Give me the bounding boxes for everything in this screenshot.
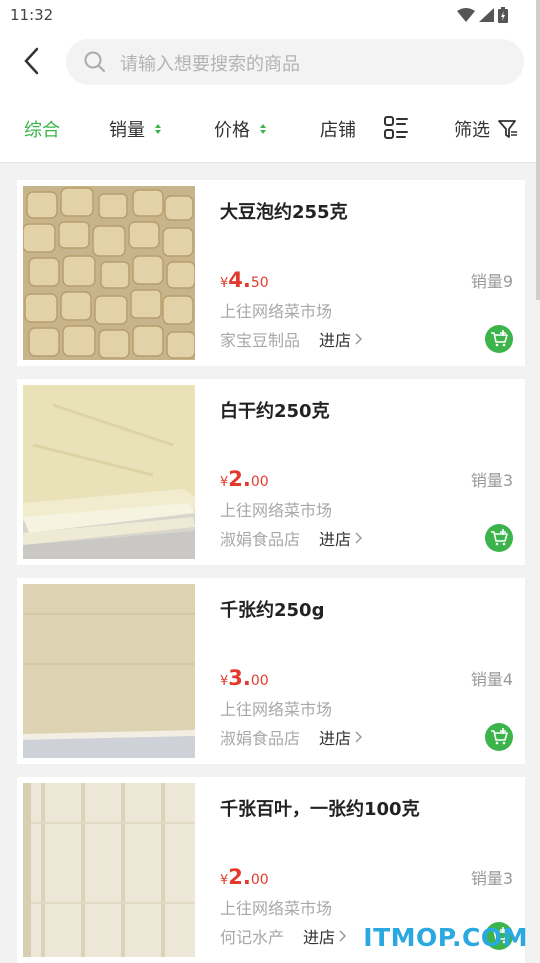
tab-label: 综合	[24, 120, 60, 141]
chevron-left-icon	[24, 47, 39, 75]
price-decimal: 00	[250, 872, 269, 888]
enter-shop-label: 进店	[319, 530, 352, 549]
product-image[interactable]	[23, 385, 195, 559]
shop-name: 何记水产	[220, 928, 285, 947]
wifi-icon	[457, 8, 475, 22]
market-name: 上往网络菜市场	[220, 899, 333, 918]
product-name: 千张约250g	[220, 600, 325, 621]
market-name: 上往网络菜市场	[220, 302, 333, 321]
shop-name: 家宝豆制品	[220, 331, 301, 350]
product-price: ¥3.00	[220, 666, 269, 690]
chevron-right-icon	[355, 333, 363, 345]
sort-icon	[155, 124, 161, 134]
layout-toggle-button[interactable]	[383, 115, 409, 141]
sales-count: 销量3	[470, 471, 513, 490]
tab-sales[interactable]: 销量	[109, 116, 163, 142]
product-card[interactable]: 大豆泡约255克 ¥4.50 销量9 上往网络菜市场 家宝豆制品 进店	[17, 180, 525, 366]
price-integer: 3.	[228, 666, 251, 690]
market-name: 上往网络菜市场	[220, 501, 333, 520]
battery-icon	[498, 7, 508, 23]
add-to-cart-button[interactable]	[485, 723, 513, 751]
fried-tofu-puffs-image	[23, 186, 195, 360]
sales-count: 销量9	[470, 272, 513, 291]
product-price: ¥2.00	[220, 865, 269, 889]
product-price: ¥2.00	[220, 467, 269, 491]
price-integer: 2.	[228, 467, 251, 491]
status-time: 11:32	[10, 6, 54, 24]
product-card[interactable]: 千张约250g ¥3.00 销量4 上往网络菜市场 淑娟食品店 进店	[17, 578, 525, 764]
cart-plus-icon	[491, 529, 508, 546]
filter-button[interactable]: 筛选	[454, 116, 518, 142]
scrollbar[interactable]	[536, 0, 540, 300]
enter-shop-link[interactable]: 进店	[319, 725, 363, 749]
tofu-skin-sheets-image	[23, 584, 195, 758]
product-image[interactable]	[23, 186, 195, 360]
product-image[interactable]	[23, 783, 195, 957]
signal-icon	[479, 8, 494, 22]
list-layout-icon	[384, 116, 408, 139]
tab-label: 销量	[109, 120, 145, 141]
search-placeholder: 请输入想要搜索的商品	[120, 54, 300, 75]
product-name: 千张百叶，一张约100克	[220, 799, 420, 820]
sales-count: 销量4	[470, 670, 513, 689]
enter-shop-label: 进店	[319, 331, 352, 350]
tab-store[interactable]: 店铺	[320, 116, 356, 142]
price-decimal: 00	[250, 474, 269, 490]
tab-label: 价格	[214, 120, 250, 141]
price-integer: 4.	[228, 268, 251, 292]
cart-plus-icon	[491, 728, 508, 745]
product-image[interactable]	[23, 584, 195, 758]
chevron-right-icon	[355, 731, 363, 743]
filter-bar: 综合 销量 价格 店铺 筛选	[0, 100, 540, 163]
enter-shop-link[interactable]: 进店	[319, 526, 363, 550]
filter-icon	[498, 120, 517, 138]
tofu-skin-sheets-white-image	[23, 783, 195, 957]
enter-shop-link[interactable]: 进店	[319, 327, 363, 351]
add-to-cart-button[interactable]	[485, 325, 513, 353]
search-icon	[84, 51, 105, 72]
watermark-text: ITMOP.COM	[363, 923, 528, 952]
shop-name: 淑娟食品店	[220, 729, 301, 748]
tab-label: 筛选	[454, 120, 490, 141]
enter-shop-label: 进店	[319, 729, 352, 748]
price-integer: 2.	[228, 865, 251, 889]
tab-comprehensive[interactable]: 综合	[24, 116, 60, 142]
enter-shop-label: 进店	[303, 928, 336, 947]
chevron-right-icon	[339, 930, 347, 942]
tab-label: 店铺	[320, 120, 356, 141]
add-to-cart-button[interactable]	[485, 524, 513, 552]
price-decimal: 50	[250, 275, 269, 291]
chevron-right-icon	[355, 532, 363, 544]
product-card[interactable]: 白干约250克 ¥2.00 销量3 上往网络菜市场 淑娟食品店 进店	[17, 379, 525, 565]
search-input[interactable]: 请输入想要搜索的商品	[66, 39, 524, 85]
enter-shop-link[interactable]: 进店	[303, 924, 347, 948]
product-price: ¥4.50	[220, 268, 269, 292]
status-bar: 11:32	[0, 0, 540, 30]
product-name: 白干约250克	[220, 401, 330, 422]
sales-count: 销量3	[470, 869, 513, 888]
dried-tofu-stack-image	[23, 385, 195, 559]
market-name: 上往网络菜市场	[220, 700, 333, 719]
back-button[interactable]	[14, 44, 48, 78]
top-bar: 请输入想要搜索的商品	[0, 30, 540, 100]
product-name: 大豆泡约255克	[220, 202, 348, 223]
price-decimal: 00	[250, 673, 269, 689]
shop-name: 淑娟食品店	[220, 530, 301, 549]
cart-plus-icon	[491, 330, 508, 347]
tab-price[interactable]: 价格	[214, 116, 268, 142]
sort-icon	[260, 124, 266, 134]
system-icons	[457, 7, 508, 23]
